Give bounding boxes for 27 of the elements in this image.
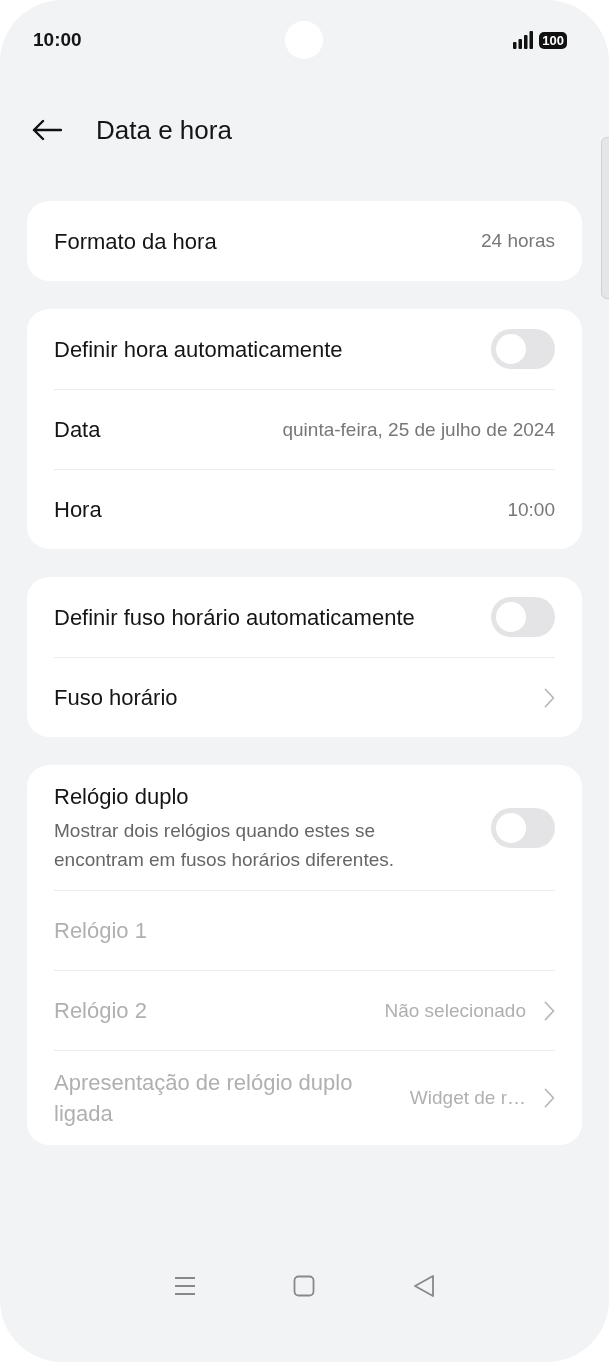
chevron-icon xyxy=(544,1088,555,1108)
toggle-switch[interactable] xyxy=(491,329,555,369)
battery-level: 100 xyxy=(539,31,567,49)
page-title: Data e hora xyxy=(96,114,232,146)
signal-icon xyxy=(513,31,534,49)
setting-value: 24 horas xyxy=(481,230,555,252)
setting-label[interactable]: Fuso horário xyxy=(54,682,178,713)
back-icon[interactable] xyxy=(413,1274,436,1298)
setting-value: 10:00 xyxy=(507,498,555,521)
setting-description: Mostrar dois relógios quando estes se encontram em fusos horários diferentes. xyxy=(54,819,396,872)
setting-label[interactable]: Formato da hora xyxy=(54,225,217,257)
chevron-icon xyxy=(544,1000,555,1021)
setting-label[interactable]: Hora xyxy=(54,494,102,525)
setting-label[interactable]: Definir hora automaticamente xyxy=(54,333,343,365)
chevron-icon xyxy=(544,687,555,708)
status-time: 10:00 xyxy=(33,29,82,51)
back-arrow-icon[interactable] xyxy=(32,119,62,141)
setting-value: quinta-feira, 25 de julho de 2024 xyxy=(282,418,555,441)
setting-label[interactable]: Definir fuso horário automaticamente xyxy=(54,601,415,633)
setting-label[interactable]: Relógio duplo xyxy=(54,781,424,812)
home-icon[interactable] xyxy=(293,1275,316,1297)
menu-icon[interactable] xyxy=(173,1276,196,1296)
setting-value: Widget de r… xyxy=(409,1087,526,1109)
setting-value: Não selecionado xyxy=(384,999,526,1022)
toggle-switch[interactable] xyxy=(491,597,555,637)
toggle-switch[interactable] xyxy=(491,807,555,848)
setting-label[interactable]: Data xyxy=(54,414,101,445)
